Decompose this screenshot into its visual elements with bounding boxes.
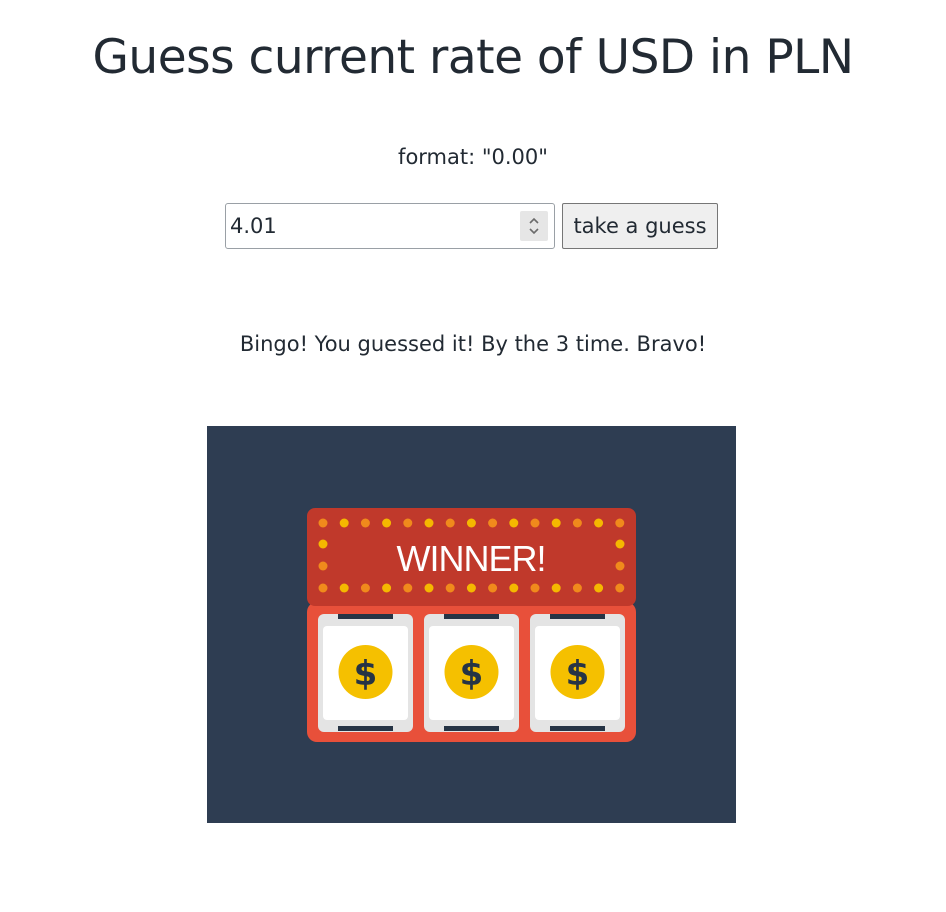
bulb — [530, 518, 540, 528]
bulb — [615, 518, 625, 528]
bulb — [572, 518, 582, 528]
guess-form: take a guess — [225, 202, 718, 250]
dollar-icon: $ — [460, 654, 484, 694]
bulb — [615, 539, 625, 549]
page-title: Guess current rate of USD in PLN — [92, 30, 854, 85]
bulb — [594, 518, 604, 528]
bulb — [572, 583, 582, 593]
bulb — [615, 561, 625, 571]
spinner-arrows-icon — [529, 217, 539, 235]
bulb — [594, 583, 604, 593]
bulb — [466, 583, 476, 593]
bulb — [424, 583, 434, 593]
bulb — [445, 518, 455, 528]
bulb — [488, 518, 498, 528]
reels: $ $ $ — [318, 614, 625, 732]
bulb — [445, 583, 455, 593]
winner-slot-machine-image: WINNER! $ $ $ — [207, 426, 736, 823]
banner-text: WINNER! — [397, 538, 546, 579]
result-message: Bingo! You guessed it! By the 3 time. Br… — [239, 332, 707, 356]
format-hint: format: "0.00" — [398, 145, 548, 169]
bulb — [360, 518, 370, 528]
bulb — [403, 518, 413, 528]
bulb — [488, 583, 498, 593]
bulb — [424, 518, 434, 528]
rate-input-wrapper — [225, 203, 555, 249]
dollar-icon: $ — [354, 654, 378, 694]
rate-input[interactable] — [226, 204, 510, 248]
bulb — [403, 583, 413, 593]
bulb — [509, 518, 519, 528]
bulb — [339, 583, 349, 593]
bulb — [530, 583, 540, 593]
bulb — [551, 583, 561, 593]
bulb — [318, 539, 328, 549]
number-spinner[interactable] — [520, 211, 548, 241]
bulb — [509, 583, 519, 593]
bulb — [466, 518, 476, 528]
take-guess-button[interactable]: take a guess — [562, 203, 718, 249]
reel: $ — [424, 614, 519, 732]
bulb — [318, 561, 328, 571]
reel: $ — [530, 614, 625, 732]
bulb — [382, 583, 392, 593]
bulb — [551, 518, 561, 528]
reel: $ — [318, 614, 413, 732]
dollar-icon: $ — [566, 654, 590, 694]
bulb — [382, 518, 392, 528]
bulb — [360, 583, 370, 593]
bulb — [318, 583, 328, 593]
bulb — [615, 583, 625, 593]
bulb — [339, 518, 349, 528]
bulb — [318, 518, 328, 528]
